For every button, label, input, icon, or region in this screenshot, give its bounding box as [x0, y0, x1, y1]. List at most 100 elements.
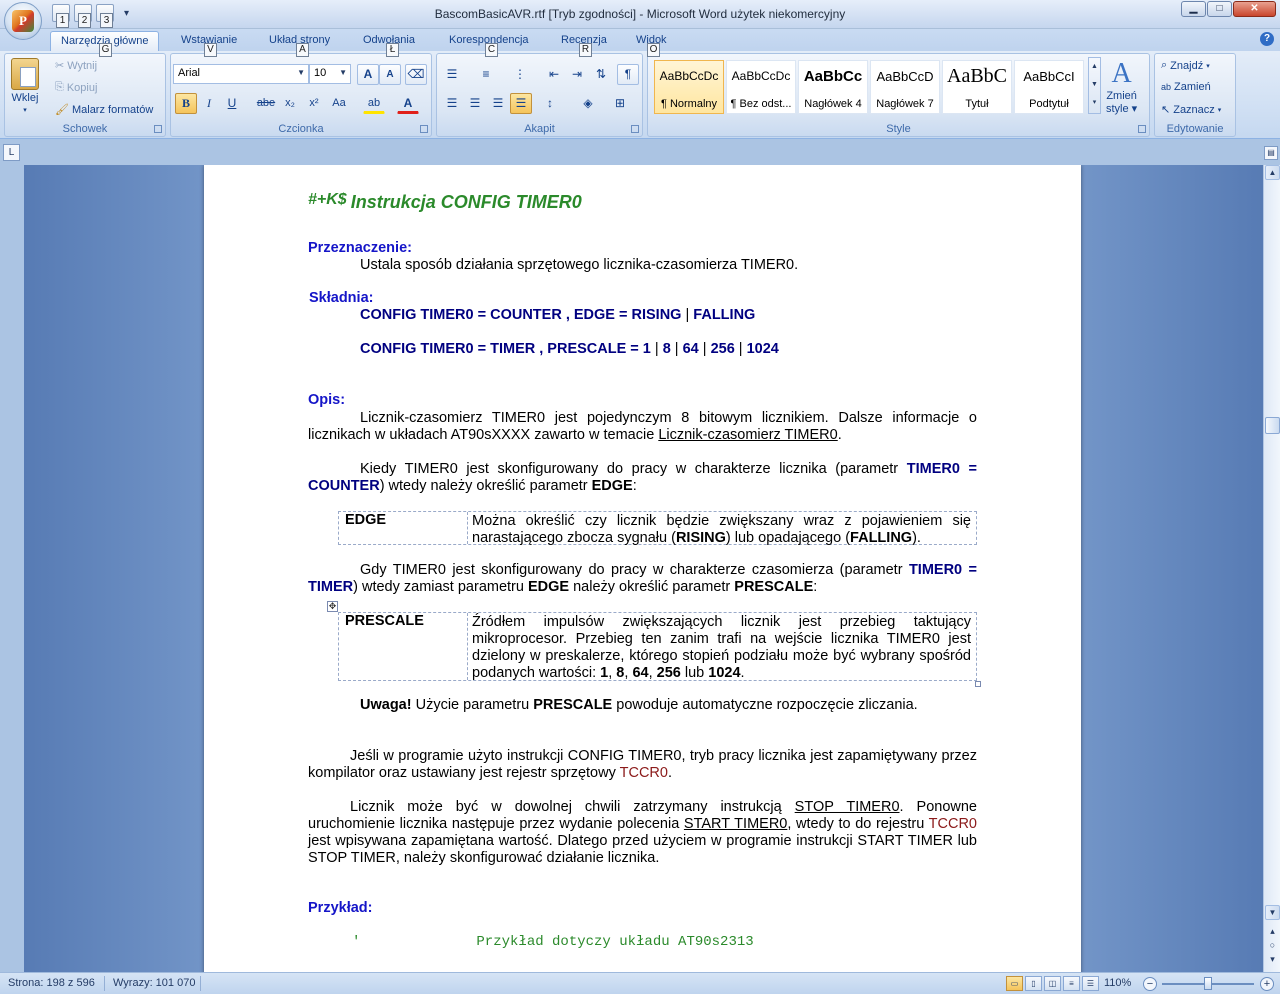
multilevel-list-icon[interactable]: ⋮ — [509, 64, 531, 85]
table-resize-handle-icon[interactable] — [975, 681, 981, 687]
view-ruler-icon[interactable]: ▤ — [1264, 146, 1278, 160]
grow-font-button[interactable]: A — [357, 64, 379, 85]
purpose-header: Przeznaczenie: — [308, 240, 412, 256]
syntax1-separator: | — [681, 307, 694, 323]
zoom-in-button[interactable]: + — [1260, 977, 1274, 991]
font-launcher-icon[interactable] — [420, 125, 428, 133]
font-size-combo[interactable]: 10 ▼ — [309, 64, 351, 84]
bullets-icon[interactable]: ☰ — [441, 64, 463, 85]
minimize-button[interactable]: ▁ — [1181, 1, 1206, 17]
tab-selector-icon[interactable]: L — [3, 144, 20, 161]
stop-timer0-link[interactable]: STOP TIMER0 — [795, 799, 900, 815]
zoom-slider-thumb[interactable] — [1204, 977, 1212, 990]
change-case-button[interactable]: Aa — [328, 93, 350, 114]
select-label: Zaznacz — [1173, 103, 1215, 116]
scrollbar-thumb[interactable] — [1265, 417, 1280, 434]
scroll-down-arrow-icon[interactable]: ▼ — [1265, 905, 1280, 920]
copy-button[interactable]: ⎘ Kopiuj — [55, 81, 97, 94]
desc2-text: Kiedy TIMER0 jest skonfigurowany do prac… — [360, 461, 907, 477]
align-left-icon[interactable]: ☰ — [441, 93, 463, 114]
align-center-icon[interactable]: ☰ — [464, 93, 486, 114]
shrink-font-button[interactable]: A — [379, 64, 401, 85]
page-count[interactable]: Strona: 198 z 596 — [8, 977, 95, 989]
help-icon[interactable]: ? — [1260, 32, 1274, 46]
style-gallery-scroll[interactable]: ▲ ▼ ▾ — [1088, 57, 1101, 114]
edge-table: EDGE Można określić czy licznik będzie z… — [338, 511, 977, 546]
change-styles-button[interactable]: A Zmień style ▾ — [1106, 58, 1137, 115]
outline-view-icon[interactable]: ≡ — [1063, 976, 1080, 991]
style-heading-7[interactable]: AaBbCcD Nagłówek 7 — [870, 60, 940, 114]
next-page-icon[interactable]: ▾ — [1267, 953, 1278, 965]
find-button[interactable]: ⌕ Znajdź ▾ — [1161, 59, 1210, 72]
zoom-out-button[interactable]: − — [1143, 977, 1157, 991]
styles-launcher-icon[interactable] — [1138, 125, 1146, 133]
document-area: #+K$ Instrukcja CONFIG TIMER0 Przeznacze… — [24, 165, 1263, 972]
underline-button[interactable]: U — [221, 93, 243, 114]
word-count[interactable]: Wyrazy: 101 070 — [113, 977, 195, 989]
replace-icon: ab — [1161, 82, 1172, 92]
font-name-combo[interactable]: Arial ▼ — [173, 64, 309, 84]
table-move-handle-icon[interactable]: ✥ — [327, 601, 338, 612]
style-no-spacing[interactable]: AaBbCcDc ¶ Bez odst... — [726, 60, 796, 114]
shading-icon[interactable]: ◈ — [577, 93, 599, 114]
paste-button[interactable]: Wklej ▾ — [11, 58, 39, 114]
strikethrough-button[interactable]: abe — [255, 93, 277, 114]
select-browse-object-icon[interactable]: ○ — [1267, 939, 1278, 951]
bold-button[interactable]: B — [175, 93, 197, 114]
numbering-icon[interactable]: ≡ — [475, 64, 497, 85]
style-heading-4[interactable]: AaBbCc Nagłówek 4 — [798, 60, 868, 114]
description-para-1: Licznik-czasomierz TIMER0 jest pojedyncz… — [308, 410, 977, 443]
superscript-button[interactable]: x² — [303, 93, 325, 114]
subscript-button[interactable]: x₂ — [279, 93, 301, 114]
borders-icon[interactable]: ⊞ — [609, 93, 631, 114]
vertical-scrollbar[interactable]: ▲ ▼ ▴ ○ ▾ — [1263, 165, 1280, 972]
style-subtitle[interactable]: AaBbCcI Podtytuł — [1014, 60, 1084, 114]
style-normal[interactable]: AaBbCcDc ¶ Normalny — [654, 60, 724, 114]
maximize-button[interactable]: □ — [1207, 1, 1232, 17]
keytip-home: G — [99, 43, 112, 57]
increase-indent-icon[interactable]: ⇥ — [566, 64, 588, 85]
draft-view-icon[interactable]: ☰ — [1082, 976, 1099, 991]
clipboard-launcher-icon[interactable] — [154, 125, 162, 133]
previous-page-icon[interactable]: ▴ — [1267, 925, 1278, 937]
format-painter-button[interactable]: 🖌 Malarz formatów — [55, 103, 154, 117]
web-layout-icon[interactable]: ◫ — [1044, 976, 1061, 991]
clear-formatting-icon[interactable]: ⌫ — [405, 64, 427, 85]
desc3-text-3: należy określić parametr — [569, 579, 735, 595]
style-title[interactable]: AaBbC Tytuł — [942, 60, 1012, 114]
select-button[interactable]: ↖ Zaznacz ▾ — [1161, 103, 1221, 117]
paragraph-launcher-icon[interactable] — [631, 125, 639, 133]
scroll-up-icon: ▲ — [1091, 63, 1098, 70]
close-button[interactable]: ✕ — [1233, 1, 1276, 17]
cut-button[interactable]: ✂ Wytnij — [55, 59, 97, 73]
style-sample: AaBbC — [947, 65, 1007, 87]
style-name: ¶ Bez odst... — [730, 98, 792, 110]
start-timer0-link[interactable]: START TIMER0 — [684, 816, 787, 832]
font-name-value: Arial — [178, 67, 201, 79]
print-layout-icon[interactable]: ▭ — [1006, 976, 1023, 991]
font-size-value: 10 — [314, 67, 327, 79]
sort-icon[interactable]: ⇅ — [590, 64, 612, 85]
full-screen-reading-icon[interactable]: ▯ — [1025, 976, 1042, 991]
replace-button[interactable]: ab Zamień — [1161, 81, 1211, 93]
align-right-icon[interactable]: ☰ — [487, 93, 509, 114]
prescale-value-last: 1024 — [708, 665, 741, 681]
copy-label: Kopiuj — [66, 81, 98, 94]
line-spacing-icon[interactable]: ↕ — [539, 93, 561, 114]
timer0-link[interactable]: Licznik-czasomierz TIMER0 — [658, 427, 837, 443]
decrease-indent-icon[interactable]: ⇤ — [543, 64, 565, 85]
font-color-button[interactable]: A — [397, 93, 419, 114]
code-comment-text: Przykład dotyczy układu AT90s2313 — [476, 934, 754, 950]
document-page[interactable]: #+K$ Instrukcja CONFIG TIMER0 Przeznacze… — [204, 165, 1081, 972]
office-button[interactable]: P — [4, 2, 42, 40]
italic-button[interactable]: I — [198, 93, 220, 114]
justify-icon[interactable]: ☰ — [510, 93, 532, 114]
highlight-button[interactable]: ab — [363, 93, 385, 114]
style-sample: AaBbCc — [803, 68, 863, 85]
para-4: Jeśli w programie użyto instrukcji CONFI… — [308, 748, 977, 781]
show-formatting-icon[interactable]: ¶ — [617, 64, 639, 85]
format-painter-label: Malarz formatów — [71, 103, 154, 116]
group-font: Arial ▼ 10 ▼ A A ⌫ B I U abe x₂ x² Aa ab A… — [170, 53, 432, 137]
zoom-level[interactable]: 110% — [1104, 977, 1131, 989]
scroll-up-arrow-icon[interactable]: ▲ — [1265, 165, 1280, 180]
